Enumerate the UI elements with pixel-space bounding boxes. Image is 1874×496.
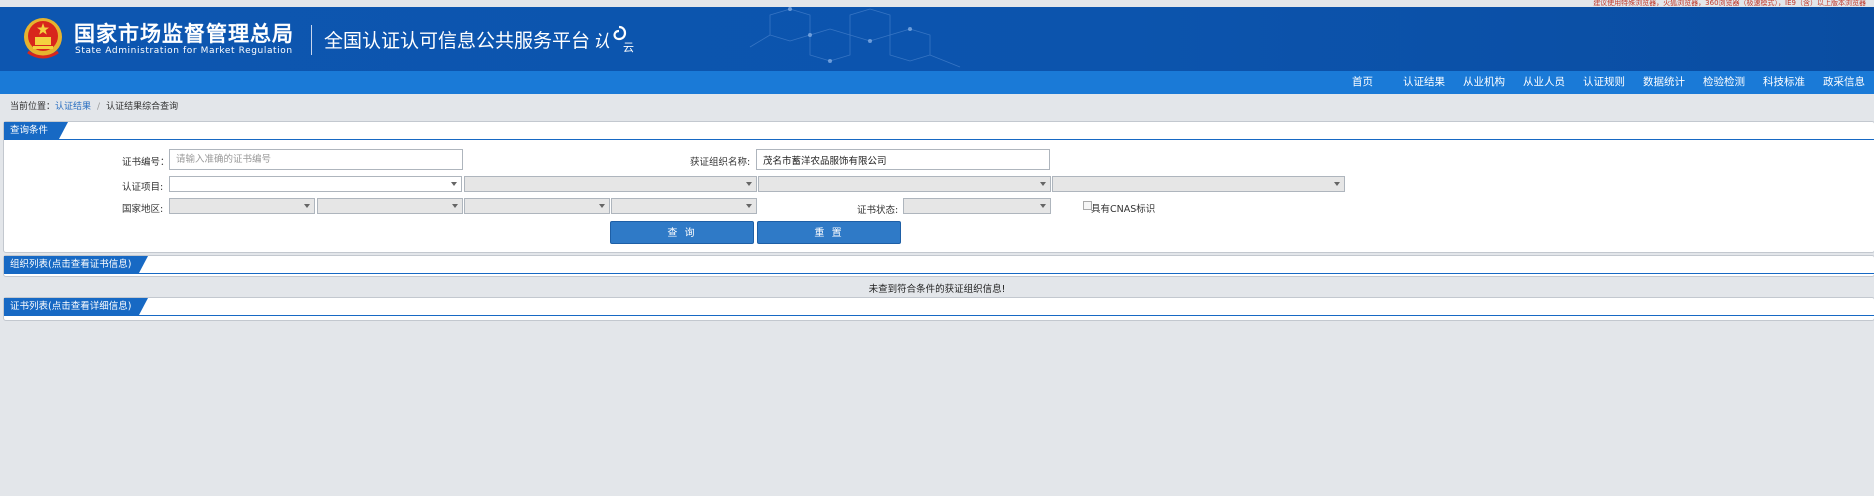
- cert-item-select-4[interactable]: [1052, 176, 1345, 192]
- nav-agencies[interactable]: 从业机构: [1463, 71, 1505, 94]
- chevron-down-icon: [1040, 182, 1046, 186]
- region-label: 国家地区:: [122, 204, 164, 215]
- cert-no-input[interactable]: [169, 149, 463, 170]
- browser-notice: 建议使用特殊浏览器，火狐浏览器，360浏览器（极速模式），IE9（含）以上版本浏…: [1593, 0, 1866, 7]
- breadcrumb-link[interactable]: 认证结果: [55, 102, 91, 112]
- network-decoration-icon: [749, 7, 961, 68]
- org-list-panel: 组织列表(点击查看证书信息): [3, 255, 1874, 277]
- cert-status-label: 证书状态:: [857, 205, 899, 216]
- national-emblem-icon: [24, 18, 62, 59]
- org-name-label: 获证组织名称:: [690, 157, 751, 168]
- region-select-2[interactable]: [317, 198, 463, 214]
- reset-button[interactable]: 重 置: [757, 221, 901, 244]
- chevron-down-icon: [599, 204, 605, 208]
- nav-practitioners[interactable]: 从业人员: [1523, 71, 1565, 94]
- panel-title-underline: [4, 139, 1874, 140]
- cert-item-label: 认证项目:: [122, 182, 164, 193]
- chevron-down-icon: [1040, 204, 1046, 208]
- org-name-cn: 国家市场监督管理总局: [74, 22, 294, 46]
- org-name-en: State Administration for Market Regulati…: [75, 46, 293, 56]
- renzheng-cloud-logo: 认 云: [593, 23, 639, 57]
- nav-home[interactable]: 首页: [1352, 71, 1373, 94]
- cnas-label: 具有CNAS标识: [1091, 204, 1156, 215]
- chevron-down-icon: [746, 182, 752, 186]
- org-list-title: 组织列表(点击查看证书信息): [4, 256, 148, 273]
- logo-char-b: 云: [623, 41, 634, 54]
- header-banner: 国家市场监督管理总局 State Administration for Mark…: [0, 7, 1874, 71]
- chevron-down-icon: [451, 182, 457, 186]
- cert-list-title: 证书列表(点击查看详细信息): [4, 298, 148, 315]
- region-select-4[interactable]: [611, 198, 757, 214]
- query-panel-title: 查询条件: [4, 122, 68, 139]
- query-panel: 查询条件 证书编号： 获证组织名称: 认证项目: 国家地区: 证书状态: 具有C…: [3, 121, 1874, 253]
- breadcrumb-separator: /: [97, 102, 101, 112]
- logo-char-a: 认: [593, 32, 610, 52]
- nav-cert-results[interactable]: 认证结果: [1403, 71, 1445, 94]
- org-name-input[interactable]: [756, 149, 1050, 170]
- region-select-1[interactable]: [169, 198, 315, 214]
- breadcrumb-current: 认证结果综合查询: [106, 102, 179, 112]
- chevron-down-icon: [304, 204, 310, 208]
- nav-standards[interactable]: 科技标准: [1763, 71, 1805, 94]
- nav-procurement[interactable]: 政采信息: [1823, 71, 1865, 94]
- region-select-3[interactable]: [464, 198, 610, 214]
- panel-title-underline: [4, 273, 1874, 274]
- panel-title-underline: [4, 315, 1874, 316]
- header-divider: [311, 25, 312, 55]
- breadcrumb-prefix: 当前位置：: [10, 102, 56, 112]
- chevron-down-icon: [1334, 182, 1340, 186]
- breadcrumb: 当前位置：认证结果 / 认证结果综合查询: [10, 99, 178, 112]
- nav-testing[interactable]: 检验检测: [1703, 71, 1745, 94]
- cert-item-select-3[interactable]: [758, 176, 1051, 192]
- cert-no-label: 证书编号：: [122, 157, 170, 168]
- cert-status-select[interactable]: [903, 198, 1051, 214]
- cert-item-select-1[interactable]: [169, 176, 462, 192]
- nav-cert-rules[interactable]: 认证规则: [1583, 71, 1625, 94]
- cert-list-panel: 证书列表(点击查看详细信息): [3, 297, 1874, 321]
- chevron-down-icon: [746, 204, 752, 208]
- nav-statistics[interactable]: 数据统计: [1643, 71, 1685, 94]
- platform-title: 全国认证认可信息公共服务平台: [324, 30, 591, 52]
- chevron-down-icon: [452, 204, 458, 208]
- org-list-empty-message: 未查到符合条件的获证组织信息!: [868, 284, 1006, 295]
- search-button[interactable]: 查 询: [610, 221, 754, 244]
- main-nav: 首页 认证结果 从业机构 从业人员 认证规则 数据统计 检验检测 科技标准 政采…: [0, 71, 1874, 94]
- cert-item-select-2[interactable]: [464, 176, 757, 192]
